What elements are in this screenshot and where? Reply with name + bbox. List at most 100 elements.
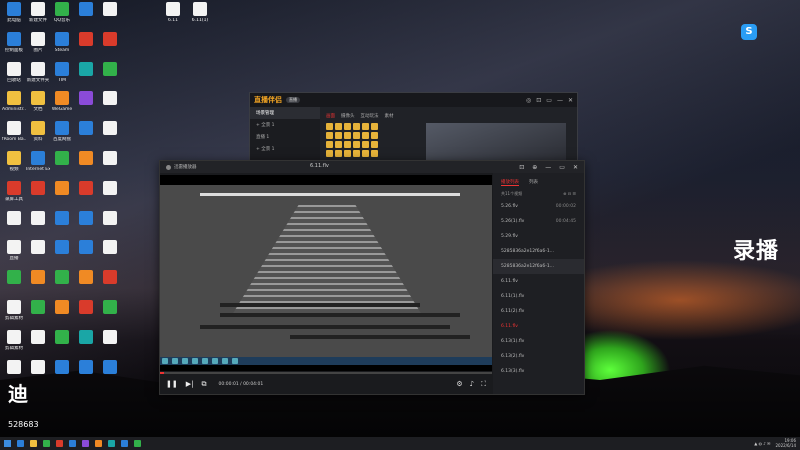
pause-button[interactable]: ❚❚ (166, 380, 178, 388)
asset-thumb-icon[interactable] (353, 150, 360, 157)
desktop-icon[interactable] (98, 300, 122, 316)
desktop-icon[interactable] (74, 329, 98, 346)
playlist-item[interactable]: 6.11.flv (493, 274, 584, 289)
desktop-icon[interactable] (98, 121, 122, 137)
desktop-icon[interactable] (98, 61, 122, 78)
desktop-icon[interactable] (74, 210, 98, 227)
volume-icon[interactable]: ♪ (470, 380, 474, 389)
start-button[interactable] (4, 440, 11, 447)
desktop-icon[interactable] (98, 240, 122, 256)
playlist-item[interactable]: 6.11(2).flv (493, 304, 584, 319)
desktop-icon[interactable] (26, 210, 50, 227)
desktop-icon[interactable] (74, 359, 98, 376)
video-player-window[interactable]: 迅雷播放器 6.11.flv ⊡ ⊕ — ▭ ✕ ❚❚ ▶| ⧉ 00:00:01 / … (159, 160, 585, 395)
fullscreen-icon[interactable]: ⛶ (481, 380, 486, 389)
live-companion-window[interactable]: 直播伴侣 直播 ◎ ⊡ ▭ — ✕ 场景管理 + 全景 1 直播 1 + 全景 1 画面 摄像头… (249, 92, 578, 163)
desktop-icon[interactable] (74, 2, 98, 18)
asset-thumb-icon[interactable] (353, 123, 360, 130)
desktop-icon[interactable]: 回收站 (2, 61, 26, 83)
desktop-icon[interactable] (74, 61, 98, 78)
asset-thumb-icon[interactable] (362, 141, 369, 148)
desktop-icon[interactable]: 图片 (26, 31, 50, 53)
desktop-icon[interactable] (50, 240, 74, 256)
taskbar-app-icon[interactable] (134, 440, 141, 447)
asset-thumb-icon[interactable] (344, 132, 351, 139)
bg-sidebar-item[interactable]: 场景管理 (250, 107, 320, 119)
asset-thumb-icon[interactable] (326, 141, 333, 148)
player-control-icon[interactable]: ▭ (559, 164, 565, 171)
clock[interactable]: 19:06 2022/6/14 (775, 438, 796, 448)
playlist-item[interactable]: 5.26.flv 00:00:02 (493, 199, 584, 214)
tab-list[interactable]: 列表 (529, 179, 538, 186)
playlist-item[interactable]: 5.29.flv (493, 229, 584, 244)
bg-window-titlebar[interactable]: 直播伴侣 直播 ◎ ⊡ ▭ — ✕ (250, 93, 577, 107)
desktop-icon[interactable] (74, 121, 98, 137)
asset-thumb-icon[interactable] (371, 150, 378, 157)
desktop-icon[interactable]: 视频 (2, 151, 26, 172)
asset-thumb-icon[interactable] (326, 123, 333, 130)
desktop-icon[interactable]: fRoom Ba... (2, 121, 26, 142)
player-control-icon[interactable]: ⊕ (532, 164, 537, 171)
desktop-icon[interactable]: 剪辑素材 (2, 329, 26, 351)
asset-thumb-icon[interactable] (362, 150, 369, 157)
playlist-item[interactable]: 6.13(2).flv (493, 349, 584, 364)
desktop-icon[interactable] (26, 180, 50, 197)
desktop-icon[interactable] (26, 359, 50, 376)
desktop-icon[interactable] (50, 210, 74, 227)
desktop-icon[interactable] (50, 300, 74, 316)
desktop-icon[interactable] (98, 329, 122, 346)
desktop-icon[interactable] (2, 359, 26, 376)
asset-thumb-icon[interactable] (362, 132, 369, 139)
desktop-icon[interactable]: 文档 (26, 91, 50, 112)
desktop-icon[interactable]: Steam (50, 31, 74, 53)
asset-thumb-icon[interactable] (335, 132, 342, 139)
desktop-icon[interactable] (50, 270, 74, 286)
desktop-icon[interactable]: 剪辑素材 (2, 300, 26, 321)
taskbar-app-icon[interactable] (43, 440, 50, 447)
desktop-icon[interactable] (74, 300, 98, 316)
taskbar-app-icon[interactable] (56, 440, 63, 447)
playlist-item[interactable]: 5.26(1).flv 00:04:45 (493, 214, 584, 229)
bg-tab[interactable]: 素材 (385, 113, 394, 119)
player-titlebar[interactable]: 迅雷播放器 6.11.flv ⊡ ⊕ — ▭ ✕ (160, 161, 584, 173)
desktop-icon[interactable]: Administr... (2, 91, 26, 112)
desktop-icon[interactable] (74, 270, 98, 286)
desktop-icon[interactable] (74, 91, 98, 107)
asset-thumb-icon[interactable] (344, 141, 351, 148)
desktop-icon[interactable] (98, 91, 122, 107)
desktop-icon[interactable] (50, 151, 74, 167)
bg-window-control-icon[interactable]: — (557, 97, 563, 104)
desktop-icon[interactable]: 录屏工具 (2, 180, 26, 202)
desktop-icon[interactable]: TIM (50, 61, 74, 83)
desktop-icon[interactable] (2, 210, 26, 227)
desktop-icon[interactable] (98, 210, 122, 227)
desktop-icon[interactable] (26, 329, 50, 346)
tray-icons[interactable]: ▲ ◍ ♪ ✉ (754, 441, 770, 446)
desktop-icon[interactable]: 控制面板 (2, 31, 26, 53)
seek-bar[interactable] (160, 372, 492, 374)
desktop-icon[interactable] (50, 359, 74, 376)
desktop-icon[interactable]: WeGame (50, 91, 74, 112)
playlist-tools[interactable]: ⊕ ⊟ ☰ (563, 191, 576, 197)
screenshot-button[interactable]: ⧉ (201, 380, 206, 389)
desktop-icon[interactable] (98, 2, 122, 18)
desktop-icon[interactable] (2, 270, 26, 286)
taskbar-app-icon[interactable] (82, 440, 89, 447)
tab-playlist[interactable]: 播放列表 (501, 179, 519, 186)
playlist-item[interactable]: 6.13(1).flv (493, 334, 584, 349)
player-control-icon[interactable]: ✕ (573, 164, 578, 171)
desktop-icon[interactable]: 新建文件夹 (26, 61, 50, 83)
asset-thumb-icon[interactable] (371, 141, 378, 148)
bg-window-control-icon[interactable]: ◎ (526, 97, 531, 104)
bg-window-control-icon[interactable]: ✕ (568, 97, 573, 104)
bg-sidebar-item[interactable]: + 全景 1 (250, 119, 320, 131)
desktop-icon[interactable] (98, 359, 122, 376)
desktop-icon[interactable]: 直播 (2, 240, 26, 261)
asset-thumb-icon[interactable] (353, 132, 360, 139)
playlist-item[interactable]: 5285836a2e12f6a6-1... (493, 244, 584, 259)
asset-thumb-icon[interactable] (335, 123, 342, 130)
desktop-icon[interactable] (74, 240, 98, 256)
asset-thumb-icon[interactable] (344, 150, 351, 157)
desktop-icon[interactable] (74, 31, 98, 48)
desktop-icon[interactable] (50, 329, 74, 346)
